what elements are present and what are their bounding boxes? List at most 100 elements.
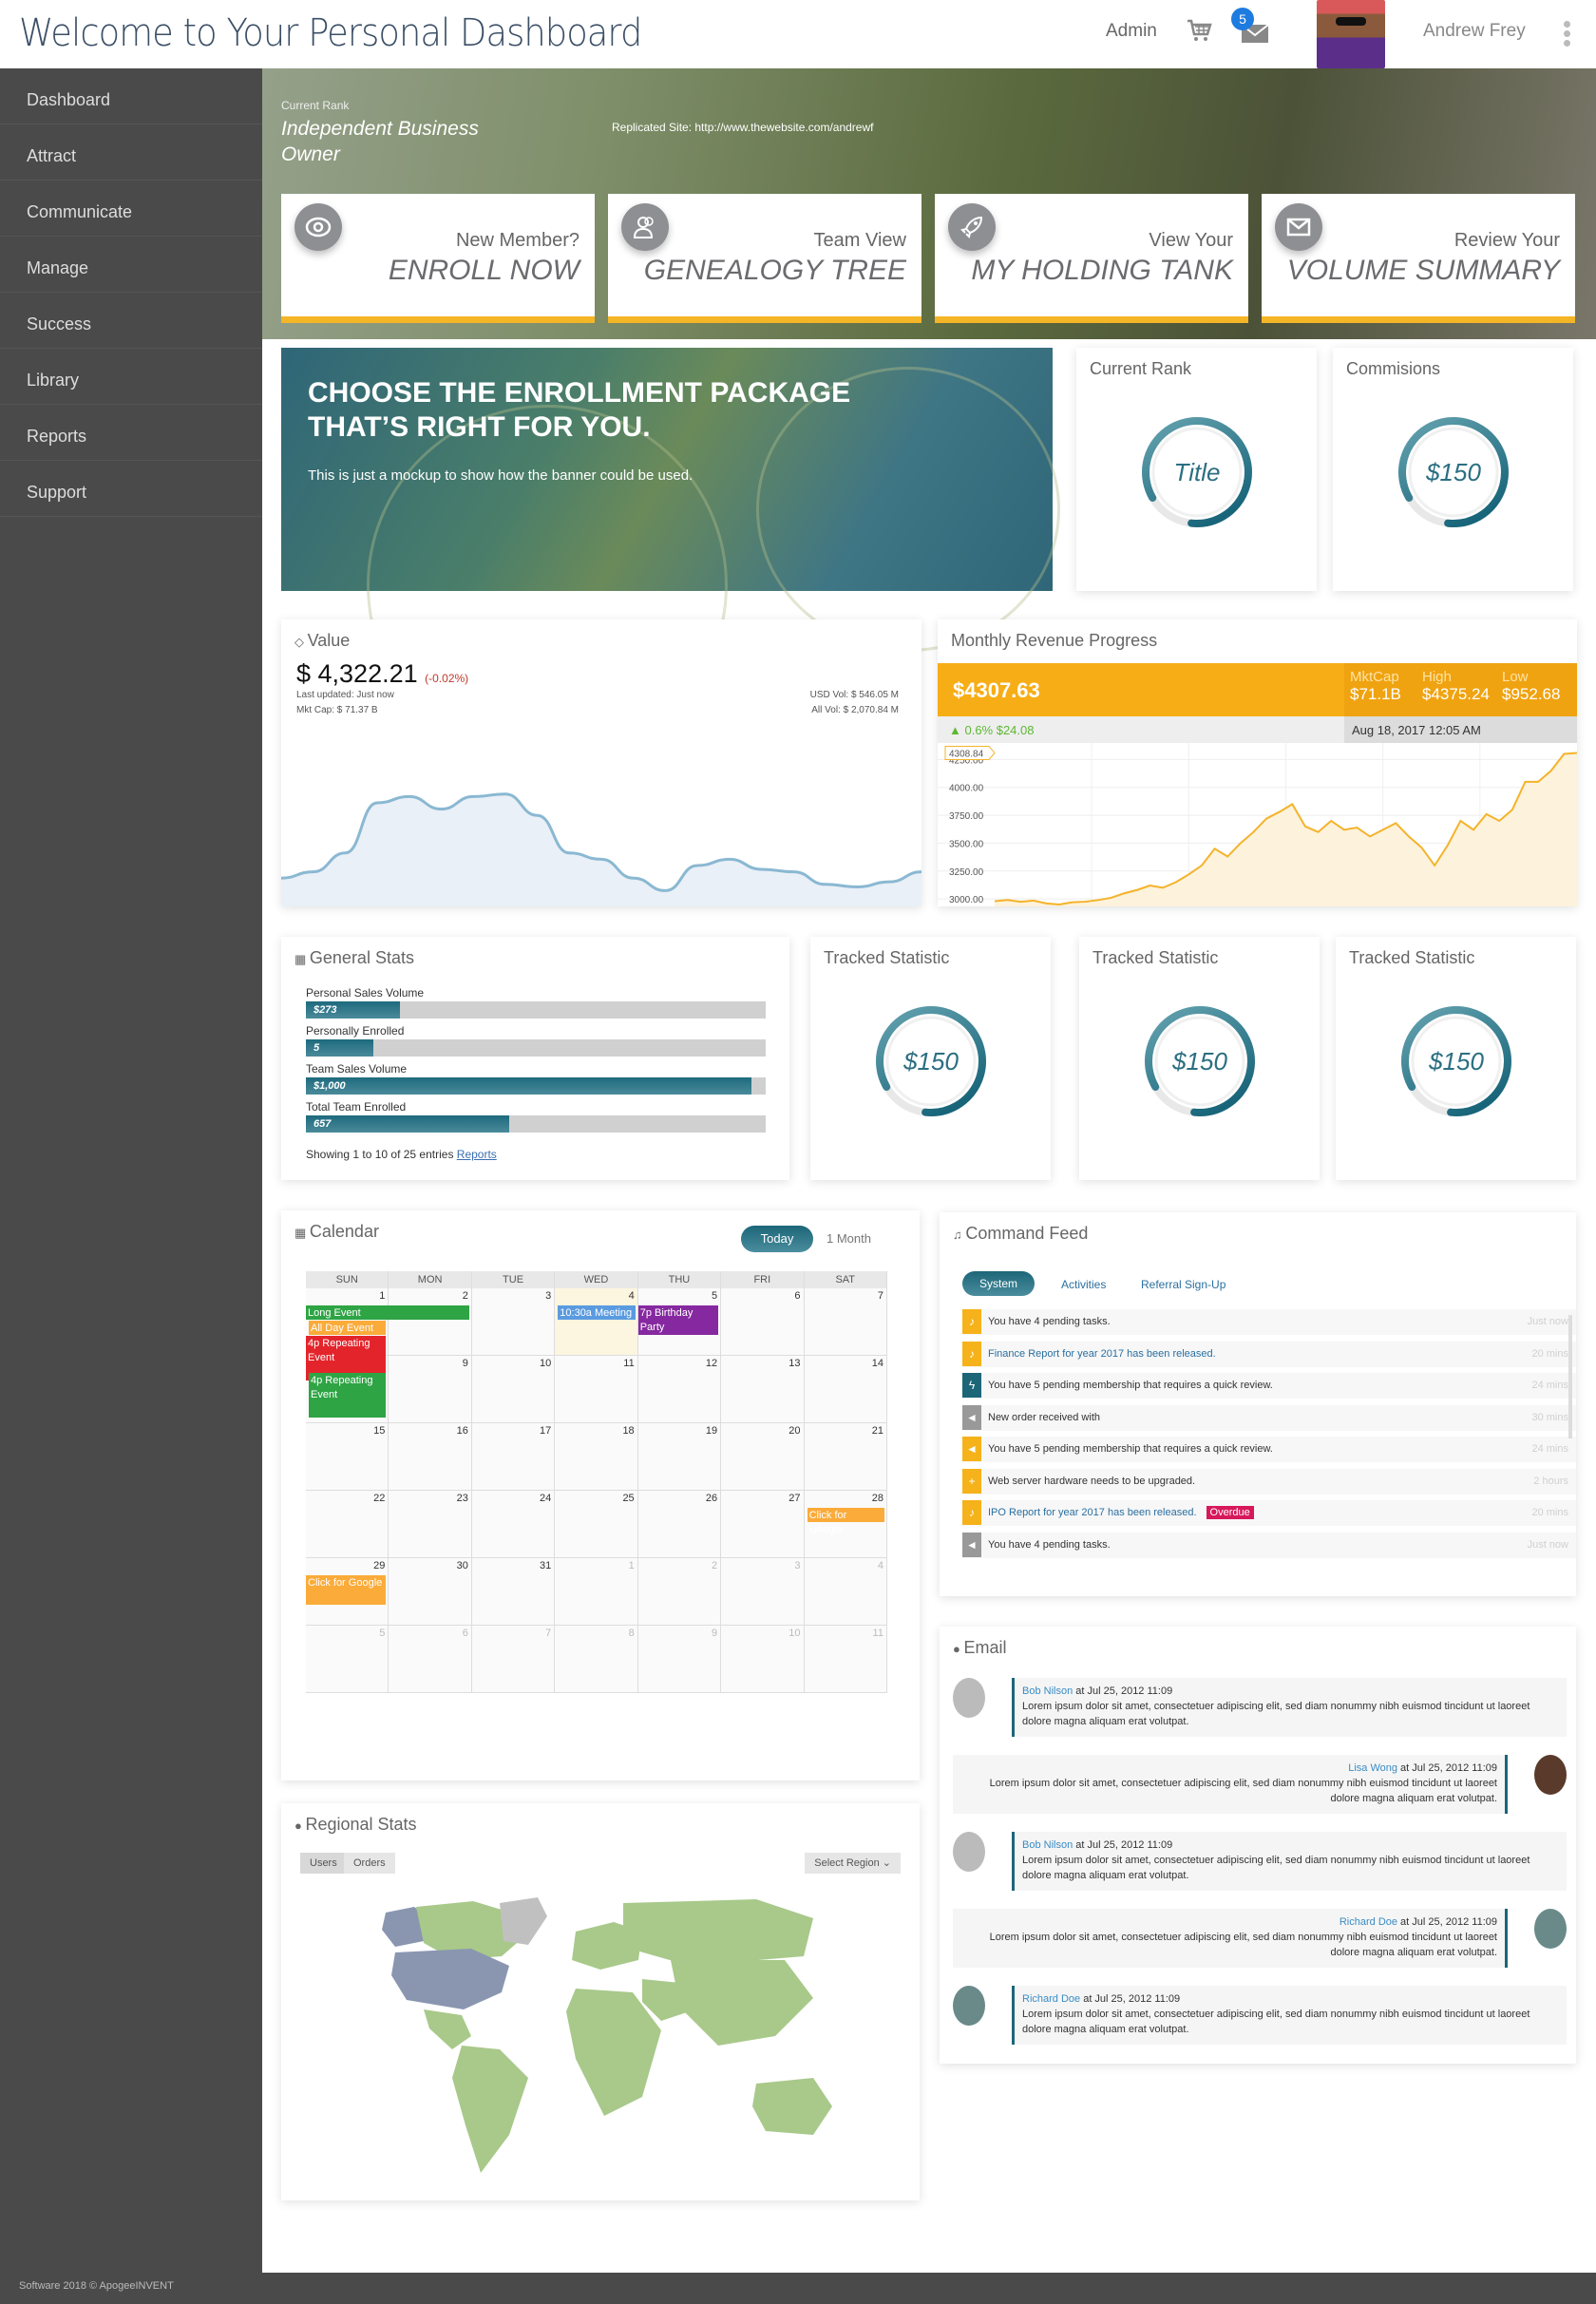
holding-tank-card[interactable]: View Your MY HOLDING TANK xyxy=(935,194,1248,323)
feed-text[interactable]: IPO Report for year 2017 has been releas… xyxy=(988,1506,1254,1519)
calendar-day[interactable]: 6 xyxy=(721,1288,805,1356)
calendar-day[interactable]: 1 xyxy=(555,1558,638,1626)
tab-activities[interactable]: Activities xyxy=(1061,1278,1106,1291)
calendar-day[interactable]: 18 xyxy=(555,1423,638,1491)
genealogy-tree-card[interactable]: Team View GENEALOGY TREE xyxy=(608,194,922,323)
enrollment-banner[interactable]: CHOOSE THE ENROLLMENT PACKAGE THAT’S RIG… xyxy=(281,348,1060,766)
sender-name[interactable]: Richard Doe xyxy=(1022,1993,1080,2005)
calendar-day[interactable]: 7 xyxy=(471,1626,556,1693)
kebab-menu-icon[interactable] xyxy=(1564,21,1571,48)
calendar-day[interactable]: 14 xyxy=(804,1356,887,1423)
calendar-day[interactable]: 7 xyxy=(804,1288,887,1356)
feed-item[interactable]: + Web server hardware needs to be upgrade… xyxy=(962,1468,1576,1495)
calendar-day[interactable]: 5 xyxy=(306,1626,390,1693)
feed-item[interactable]: ♪ IPO Report for year 2017 has been relea… xyxy=(962,1500,1576,1526)
calendar-day[interactable]: 12 xyxy=(637,1356,722,1423)
feed-scrollbar[interactable] xyxy=(1568,1315,1572,1438)
sidebar-item-library[interactable]: Library xyxy=(0,349,262,405)
sidebar-item-support[interactable]: Support xyxy=(0,461,262,517)
calendar-day[interactable]: 11 xyxy=(555,1356,638,1423)
calendar-day[interactable]: 25 xyxy=(555,1491,638,1558)
email-message[interactable]: Richard Doe at Jul 25, 2012 11:09 Lorem i… xyxy=(953,1909,1567,1968)
tab-system[interactable]: System xyxy=(962,1271,1035,1296)
replicated-site[interactable]: Replicated Site: http://www.thewebsite.c… xyxy=(612,121,873,134)
calendar-day[interactable]: 21 xyxy=(804,1423,887,1491)
calendar-day[interactable]: 10 xyxy=(721,1626,805,1693)
email-message[interactable]: Bob Nilson at Jul 25, 2012 11:09 Lorem ip… xyxy=(953,1832,1567,1891)
calendar-day[interactable]: 10 xyxy=(471,1356,556,1423)
tab-referral-signup[interactable]: Referral Sign-Up xyxy=(1141,1278,1226,1291)
user-name[interactable]: Andrew Frey xyxy=(1423,21,1526,42)
sidebar-item-attract[interactable]: Attract xyxy=(0,124,262,181)
calendar-day[interactable]: 23 xyxy=(389,1491,472,1558)
calendar-day[interactable]: 4 xyxy=(804,1558,887,1626)
sidebar-item-dashboard[interactable]: Dashboard xyxy=(0,68,262,124)
bolt-icon: ϟ xyxy=(962,1373,981,1398)
calendar-event[interactable]: Click for Google xyxy=(306,1575,387,1605)
calendar-day[interactable]: 13 xyxy=(721,1356,805,1423)
enroll-now-card[interactable]: New Member? ENROLL NOW xyxy=(281,194,595,323)
tracked-stat-card: Tracked Statistic $150 xyxy=(1079,937,1320,1180)
calendar-event[interactable]: 4p Repeating Event xyxy=(309,1373,387,1418)
sender-name[interactable]: Lisa Wong xyxy=(1348,1762,1397,1774)
feed-item[interactable]: ♪ You have 4 pending tasks. Just now xyxy=(962,1309,1576,1335)
calendar-day[interactable]: 20 xyxy=(721,1423,805,1491)
calendar-day[interactable]: 3 xyxy=(471,1288,556,1356)
calendar-day[interactable]: 31 xyxy=(471,1558,556,1626)
feed-item[interactable]: ϟ You have 5 pending membership that requ… xyxy=(962,1373,1576,1399)
calendar-day[interactable]: 2 xyxy=(637,1558,722,1626)
sender-name[interactable]: Bob Nilson xyxy=(1022,1839,1073,1851)
admin-link[interactable]: Admin xyxy=(1106,21,1157,42)
calendar-day[interactable]: 2 xyxy=(389,1288,472,1356)
bullhorn-icon: ◄ xyxy=(962,1532,981,1557)
calendar-day[interactable]: 9 xyxy=(637,1626,722,1693)
feed-item[interactable]: ◄ You have 4 pending tasks. Just now xyxy=(962,1532,1576,1558)
calendar-event[interactable]: Long Event xyxy=(306,1305,469,1320)
calendar-day[interactable]: 15 xyxy=(306,1423,390,1491)
calendar-day[interactable]: 6 xyxy=(389,1626,472,1693)
calendar-day[interactable]: 4 xyxy=(555,1288,638,1356)
sender-name[interactable]: Bob Nilson xyxy=(1022,1685,1073,1697)
today-button[interactable]: Today xyxy=(741,1226,813,1252)
feed-item[interactable]: ◄ New order received with 30 mins xyxy=(962,1404,1576,1431)
email-message[interactable]: Lisa Wong at Jul 25, 2012 11:09 Lorem ips… xyxy=(953,1755,1567,1814)
calendar-day[interactable]: 30 xyxy=(389,1558,472,1626)
feed-text: You have 5 pending membership that requi… xyxy=(988,1443,1273,1455)
calendar-day[interactable]: 17 xyxy=(471,1423,556,1491)
orders-button[interactable]: Orders xyxy=(344,1853,395,1874)
calendar-day[interactable]: 16 xyxy=(389,1423,472,1491)
cart-icon[interactable] xyxy=(1186,17,1212,44)
sender-name[interactable]: Richard Doe xyxy=(1340,1916,1397,1928)
calendar-event[interactable]: Click for Google xyxy=(807,1508,884,1535)
sidebar-item-communicate[interactable]: Communicate xyxy=(0,181,262,237)
calendar-day[interactable]: 8 xyxy=(555,1626,638,1693)
calendar-day[interactable]: 9 xyxy=(389,1356,472,1423)
sidebar-item-success[interactable]: Success xyxy=(0,293,262,349)
calendar-day[interactable]: 19 xyxy=(637,1423,722,1491)
calendar-event[interactable]: 7p Birthday Party xyxy=(637,1305,719,1335)
feed-item[interactable]: ♪ Finance Report for year 2017 has been r… xyxy=(962,1341,1576,1367)
sidebar-item-reports[interactable]: Reports xyxy=(0,405,262,461)
feed-text[interactable]: Finance Report for year 2017 has been re… xyxy=(988,1348,1216,1360)
calendar-event[interactable]: 10:30a Meeting xyxy=(558,1305,636,1320)
calendar-day[interactable]: 27 xyxy=(721,1491,805,1558)
users-button[interactable]: Users xyxy=(300,1853,347,1874)
calendar-day[interactable]: 3 xyxy=(721,1558,805,1626)
world-map[interactable] xyxy=(357,1894,851,2179)
select-region-dropdown[interactable]: Select Region ⌄ xyxy=(805,1853,901,1874)
month-button[interactable]: 1 Month xyxy=(826,1231,871,1246)
sidebar-item-manage[interactable]: Manage xyxy=(0,237,262,293)
reports-link[interactable]: Reports xyxy=(457,1148,497,1161)
calendar-day[interactable]: 22 xyxy=(306,1491,390,1558)
rank-value: Title xyxy=(1173,458,1221,486)
email-message[interactable]: Bob Nilson at Jul 25, 2012 11:09 Lorem ip… xyxy=(953,1678,1567,1737)
feed-time: Just now xyxy=(1527,1538,1568,1551)
calendar-day[interactable]: 26 xyxy=(637,1491,722,1558)
calendar-day[interactable]: 24 xyxy=(471,1491,556,1558)
volume-summary-card[interactable]: Review Your VOLUME SUMMARY xyxy=(1262,194,1575,323)
feed-item[interactable]: ◄ You have 5 pending membership that requ… xyxy=(962,1437,1576,1462)
calendar-event[interactable]: All Day Event xyxy=(309,1321,387,1335)
email-message[interactable]: Richard Doe at Jul 25, 2012 11:09 Lorem i… xyxy=(953,1986,1567,2045)
calendar-day[interactable]: 11 xyxy=(804,1626,887,1693)
user-avatar[interactable] xyxy=(1317,0,1385,68)
